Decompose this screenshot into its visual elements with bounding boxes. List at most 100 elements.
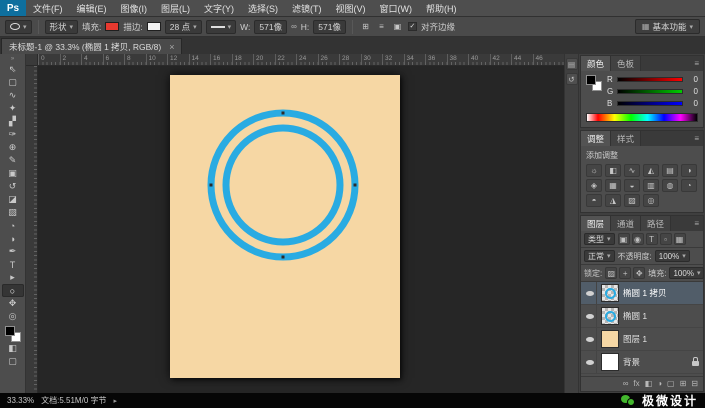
quick-selection-tool[interactable]: ✦ <box>2 102 24 115</box>
adjustment-icon[interactable]: ◎ <box>643 194 659 207</box>
adjustment-icon[interactable]: ☼ <box>586 164 602 177</box>
layer-filter-icon[interactable]: ▫ <box>659 233 672 245</box>
healing-brush-tool[interactable]: ⊕ <box>2 141 24 154</box>
layers-action-icon[interactable]: fx <box>633 380 639 388</box>
layer-thumbnail[interactable] <box>601 284 619 302</box>
channel-slider[interactable] <box>617 101 683 106</box>
fill-swatch[interactable] <box>105 22 120 31</box>
panel-tab[interactable]: 样式 <box>611 131 642 146</box>
clone-stamp-tool[interactable]: ▣ <box>2 167 24 180</box>
status-menu-arrow-icon[interactable]: ▸ <box>114 397 118 405</box>
layer-filter-icon[interactable]: ▦ <box>673 233 686 245</box>
crop-tool[interactable]: ▞ <box>2 115 24 128</box>
link-dimensions-icon[interactable]: ∞ <box>291 22 297 31</box>
adjustment-icon[interactable]: ◍ <box>662 179 678 192</box>
menu-item[interactable]: 编辑(E) <box>70 0 114 16</box>
visibility-eye-icon[interactable] <box>584 351 597 373</box>
layers-action-icon[interactable]: ⊟ <box>691 380 698 388</box>
document-page[interactable] <box>170 75 400 378</box>
foreground-color-swatch[interactable] <box>4 326 15 336</box>
ellipse-shape-tool[interactable]: ○ <box>1 284 24 297</box>
channel-slider[interactable] <box>617 77 683 82</box>
blend-mode-select[interactable]: 正常 ▾ <box>584 250 615 262</box>
canvas-area[interactable]: 0 2 4 6 8 10 12 14 16 18 20 22 24 26 28 30 32 34 36 38 40 42 4… <box>26 54 564 393</box>
close-icon[interactable]: × <box>169 42 174 52</box>
ruler-corner[interactable] <box>26 54 38 66</box>
adjustment-icon[interactable]: ◑ <box>681 164 697 177</box>
path-operation-icon[interactable]: ▣ <box>391 20 404 33</box>
quick-mask-button[interactable]: ◧ <box>2 342 24 355</box>
screen-mode-button[interactable]: ▢ <box>2 355 24 368</box>
panel-tab[interactable]: 调整 <box>581 131 612 146</box>
eyedropper-tool[interactable]: ✑ <box>2 128 24 141</box>
toolbar-collapse-icon[interactable]: » <box>11 55 14 63</box>
adjustment-icon[interactable]: ◔ <box>681 179 697 192</box>
gradient-tool[interactable]: ▨ <box>2 206 24 219</box>
adjustment-icon[interactable]: ◒ <box>624 179 640 192</box>
panel-tab[interactable]: 路径 <box>641 216 672 231</box>
panel-menu-icon[interactable]: ≡ <box>690 56 703 71</box>
layer-row[interactable]: 椭圆 1 <box>581 305 703 328</box>
layers-action-icon[interactable]: ◧ <box>645 380 653 388</box>
layer-row[interactable]: 椭圆 1 拷贝 <box>581 282 703 305</box>
foreground-background-swatches[interactable] <box>586 75 602 91</box>
workspace-switcher-button[interactable]: ▦ 基本功能 ▾ <box>634 19 700 34</box>
hand-tool[interactable]: ✥ <box>2 297 24 310</box>
panel-menu-icon[interactable]: ≡ <box>690 216 703 231</box>
history-brush-tool[interactable]: ↺ <box>2 180 24 193</box>
layer-row[interactable]: 图层 1 <box>581 328 703 351</box>
align-edges-checkbox[interactable]: ✓ <box>407 22 417 31</box>
zoom-level-field[interactable]: 33.33% <box>7 396 34 405</box>
menu-item[interactable]: 帮助(H) <box>419 0 464 16</box>
tool-preset-picker[interactable]: ▾ <box>5 19 32 34</box>
pen-tool[interactable]: ✒ <box>2 245 24 258</box>
stroke-swatch[interactable] <box>146 22 161 31</box>
adjustment-icon[interactable]: ◭ <box>643 164 659 177</box>
panel-tab[interactable]: 通道 <box>611 216 642 231</box>
layer-filter-icon[interactable]: T <box>645 233 658 245</box>
lock-option-icon[interactable]: ▨ <box>605 267 618 279</box>
zoom-tool[interactable]: ◎ <box>2 310 24 323</box>
adjustment-icon[interactable]: ◮ <box>605 194 621 207</box>
opacity-select[interactable]: 100% ▾ <box>654 250 690 262</box>
lock-option-icon[interactable]: + <box>619 267 632 279</box>
adjustment-icon[interactable]: ◓ <box>586 194 602 207</box>
stroke-width-field[interactable]: 28 点 ▾ <box>164 19 202 34</box>
tool-mode-select[interactable]: 形状 ▾ <box>44 19 79 34</box>
layer-filter-icon[interactable]: ◉ <box>631 233 644 245</box>
eraser-tool[interactable]: ◪ <box>2 193 24 206</box>
layers-action-icon[interactable]: ▢ <box>667 380 675 388</box>
menu-item[interactable]: 文件(F) <box>26 0 70 16</box>
move-tool[interactable]: ⇖ <box>2 63 24 76</box>
adjustment-icon[interactable]: ▨ <box>624 194 640 207</box>
collapsed-panel-icon[interactable]: ↺ <box>565 73 578 85</box>
blur-tool[interactable]: ◔ <box>2 219 24 232</box>
layer-thumbnail[interactable] <box>601 330 619 348</box>
color-spectrum-bar[interactable] <box>586 113 698 122</box>
layer-row[interactable]: 背景 <box>581 351 703 374</box>
path-operation-icon[interactable]: ⊞ <box>359 20 372 33</box>
horizontal-ruler[interactable]: 0 2 4 6 8 10 12 14 16 18 20 22 24 26 28 30 32 34 36 38 40 42 4… <box>38 54 564 66</box>
layers-action-icon[interactable]: ∞ <box>623 380 629 388</box>
fill-opacity-select[interactable]: 100% ▾ <box>669 267 705 279</box>
visibility-eye-icon[interactable] <box>584 305 597 327</box>
marquee-tool[interactable]: ▢ <box>2 76 24 89</box>
adjustment-icon[interactable]: ▦ <box>605 179 621 192</box>
lasso-tool[interactable]: ∿ <box>2 89 24 102</box>
panel-tab[interactable]: 颜色 <box>581 56 612 71</box>
menu-item[interactable]: 视图(V) <box>329 0 373 16</box>
visibility-eye-icon[interactable] <box>584 282 597 304</box>
adjustment-icon[interactable]: ▥ <box>643 179 659 192</box>
panel-menu-icon[interactable]: ≡ <box>690 131 703 146</box>
type-tool[interactable]: T <box>2 258 24 271</box>
vertical-ruler[interactable] <box>26 66 38 393</box>
adjustment-icon[interactable]: ▤ <box>662 164 678 177</box>
menu-item[interactable]: 图像(I) <box>114 0 155 16</box>
layer-thumbnail[interactable] <box>601 307 619 325</box>
document-tab[interactable]: 未标题-1 @ 33.3% (椭圆 1 拷贝, RGB/8) × <box>1 38 183 54</box>
panel-tab[interactable]: 图层 <box>581 216 612 231</box>
layers-action-icon[interactable]: ◑ <box>657 380 662 388</box>
layers-action-icon[interactable]: ⊞ <box>680 380 687 388</box>
channel-slider[interactable] <box>617 89 683 94</box>
width-field[interactable]: 571像 <box>254 19 288 34</box>
